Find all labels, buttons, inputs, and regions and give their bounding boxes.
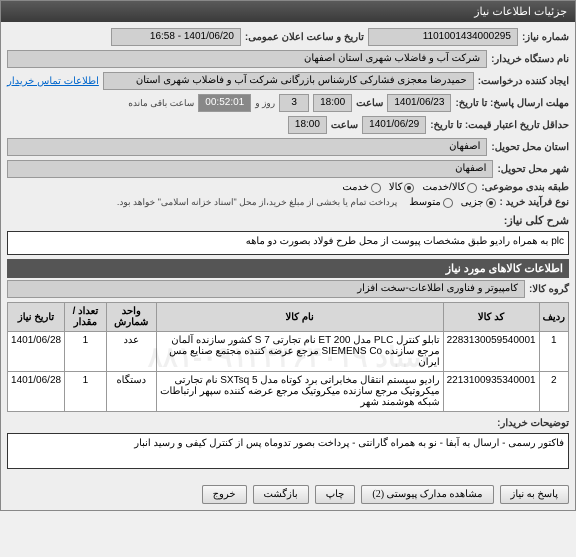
need-title-label: شرح کلی نیاز: [504,214,569,227]
need-number: 1101001434000295 [368,28,518,46]
col-unit: واحد شمارش [106,303,156,332]
respond-button[interactable]: پاسخ به نیاز [500,485,570,504]
payment-note: پرداخت تمام یا بخشی از مبلغ خرید،از محل … [117,197,397,208]
validity-date: 1401/06/29 [362,116,426,134]
radio-service[interactable] [371,183,381,193]
back-button[interactable]: بازگشت [253,485,309,504]
col-code: کد کالا [443,303,539,332]
need-details-window: جزئیات اطلاعات نیاز شماره نیاز: 11010014… [0,0,576,511]
buyer-org-label: نام دستگاه خریدار: [491,54,569,65]
time-label-1: ساعت [356,98,383,109]
group-label: گروه کالا: [529,284,569,295]
group-value: کامپیوتر و فناوری اطلاعات-سخت افزار [7,280,525,298]
content-area: شماره نیاز: 1101001434000295 تاریخ و ساع… [1,22,575,479]
contact-link[interactable]: اطلاعات تماس خریدار [7,76,99,87]
table-wrapper: ردیف کد کالا نام کالا واحد شمارش تعداد /… [7,302,569,412]
radio-medium[interactable] [443,198,453,208]
col-name: نام کالا [156,303,443,332]
days-and: روز و [255,98,275,109]
countdown: 00:52:01 [198,94,251,112]
validity-time: 18:00 [288,116,327,134]
col-row: ردیف [539,303,568,332]
announce-value: 1401/06/20 - 16:58 [111,28,241,46]
radio-goods-service[interactable] [467,183,477,193]
print-button[interactable]: چاپ [315,485,356,504]
radio-partial[interactable] [486,198,496,208]
window-title: جزئیات اطلاعات نیاز [474,6,567,18]
table-row: 1 2283130059540001 تابلو کنترل PLC مدل E… [8,332,569,372]
delivery-town-label: شهر محل تحویل: [497,164,569,175]
need-number-label: شماره نیاز: [522,32,569,43]
requester-label: ایجاد کننده درخواست: [478,76,569,87]
items-section-header: اطلاعات کالاهای مورد نیاز [7,259,569,278]
deadline-time: 18:00 [313,94,352,112]
col-date: تاریخ نیاز [8,303,65,332]
announce-label: تاریخ و ساعت اعلان عمومی: [245,32,364,43]
time-label-2: ساعت [331,120,358,131]
delivery-city-label: استان محل تحویل: [491,142,569,153]
buyer-notes-box: فاکتور رسمی - ارسال به آبفا - نو به همرا… [7,433,569,469]
process-radios: جزیی متوسط [409,197,495,208]
delivery-city: اصفهان [7,138,487,156]
buyer-notes-label: توضیحات خریدار: [497,418,569,429]
attachments-button[interactable]: مشاهده مدارک پیوستی (2) [361,485,493,504]
exit-button[interactable]: خروج [202,485,247,504]
validity-label: حداقل تاریخ اعتبار قیمت: تا تاریخ: [430,120,569,131]
category-radios: کالا/خدمت کالا خدمت [342,182,477,193]
delivery-town: اصفهان [7,160,493,178]
category-label: طبقه بندی موضوعی: [481,182,569,193]
remaining-label: ساعت باقی مانده [128,98,194,109]
deadline-date: 1401/06/23 [387,94,451,112]
requester-value: حمیدرضا معجزی فشارکی کارشناس بازرگانی شر… [103,72,474,90]
titlebar: جزئیات اطلاعات نیاز [1,1,575,22]
deadline-label: مهلت ارسال پاسخ: تا تاریخ: [455,98,569,109]
days-left: 3 [279,94,309,112]
process-label: نوع فرآیند خرید : [500,197,569,208]
table-row: 2 2213100935340001 رادیو سیستم انتقال مخ… [8,372,569,412]
buyer-org: شرکت آب و فاضلاب شهری استان اصفهان [7,50,487,68]
radio-goods[interactable] [404,183,414,193]
items-table: ردیف کد کالا نام کالا واحد شمارش تعداد /… [7,302,569,412]
col-qty: تعداد / مقدار [65,303,107,332]
button-bar: پاسخ به نیاز مشاهده مدارک پیوستی (2) چاپ… [1,479,575,510]
need-title-box: plc به همراه رادیو طبق مشخصات پیوست از م… [7,231,569,255]
